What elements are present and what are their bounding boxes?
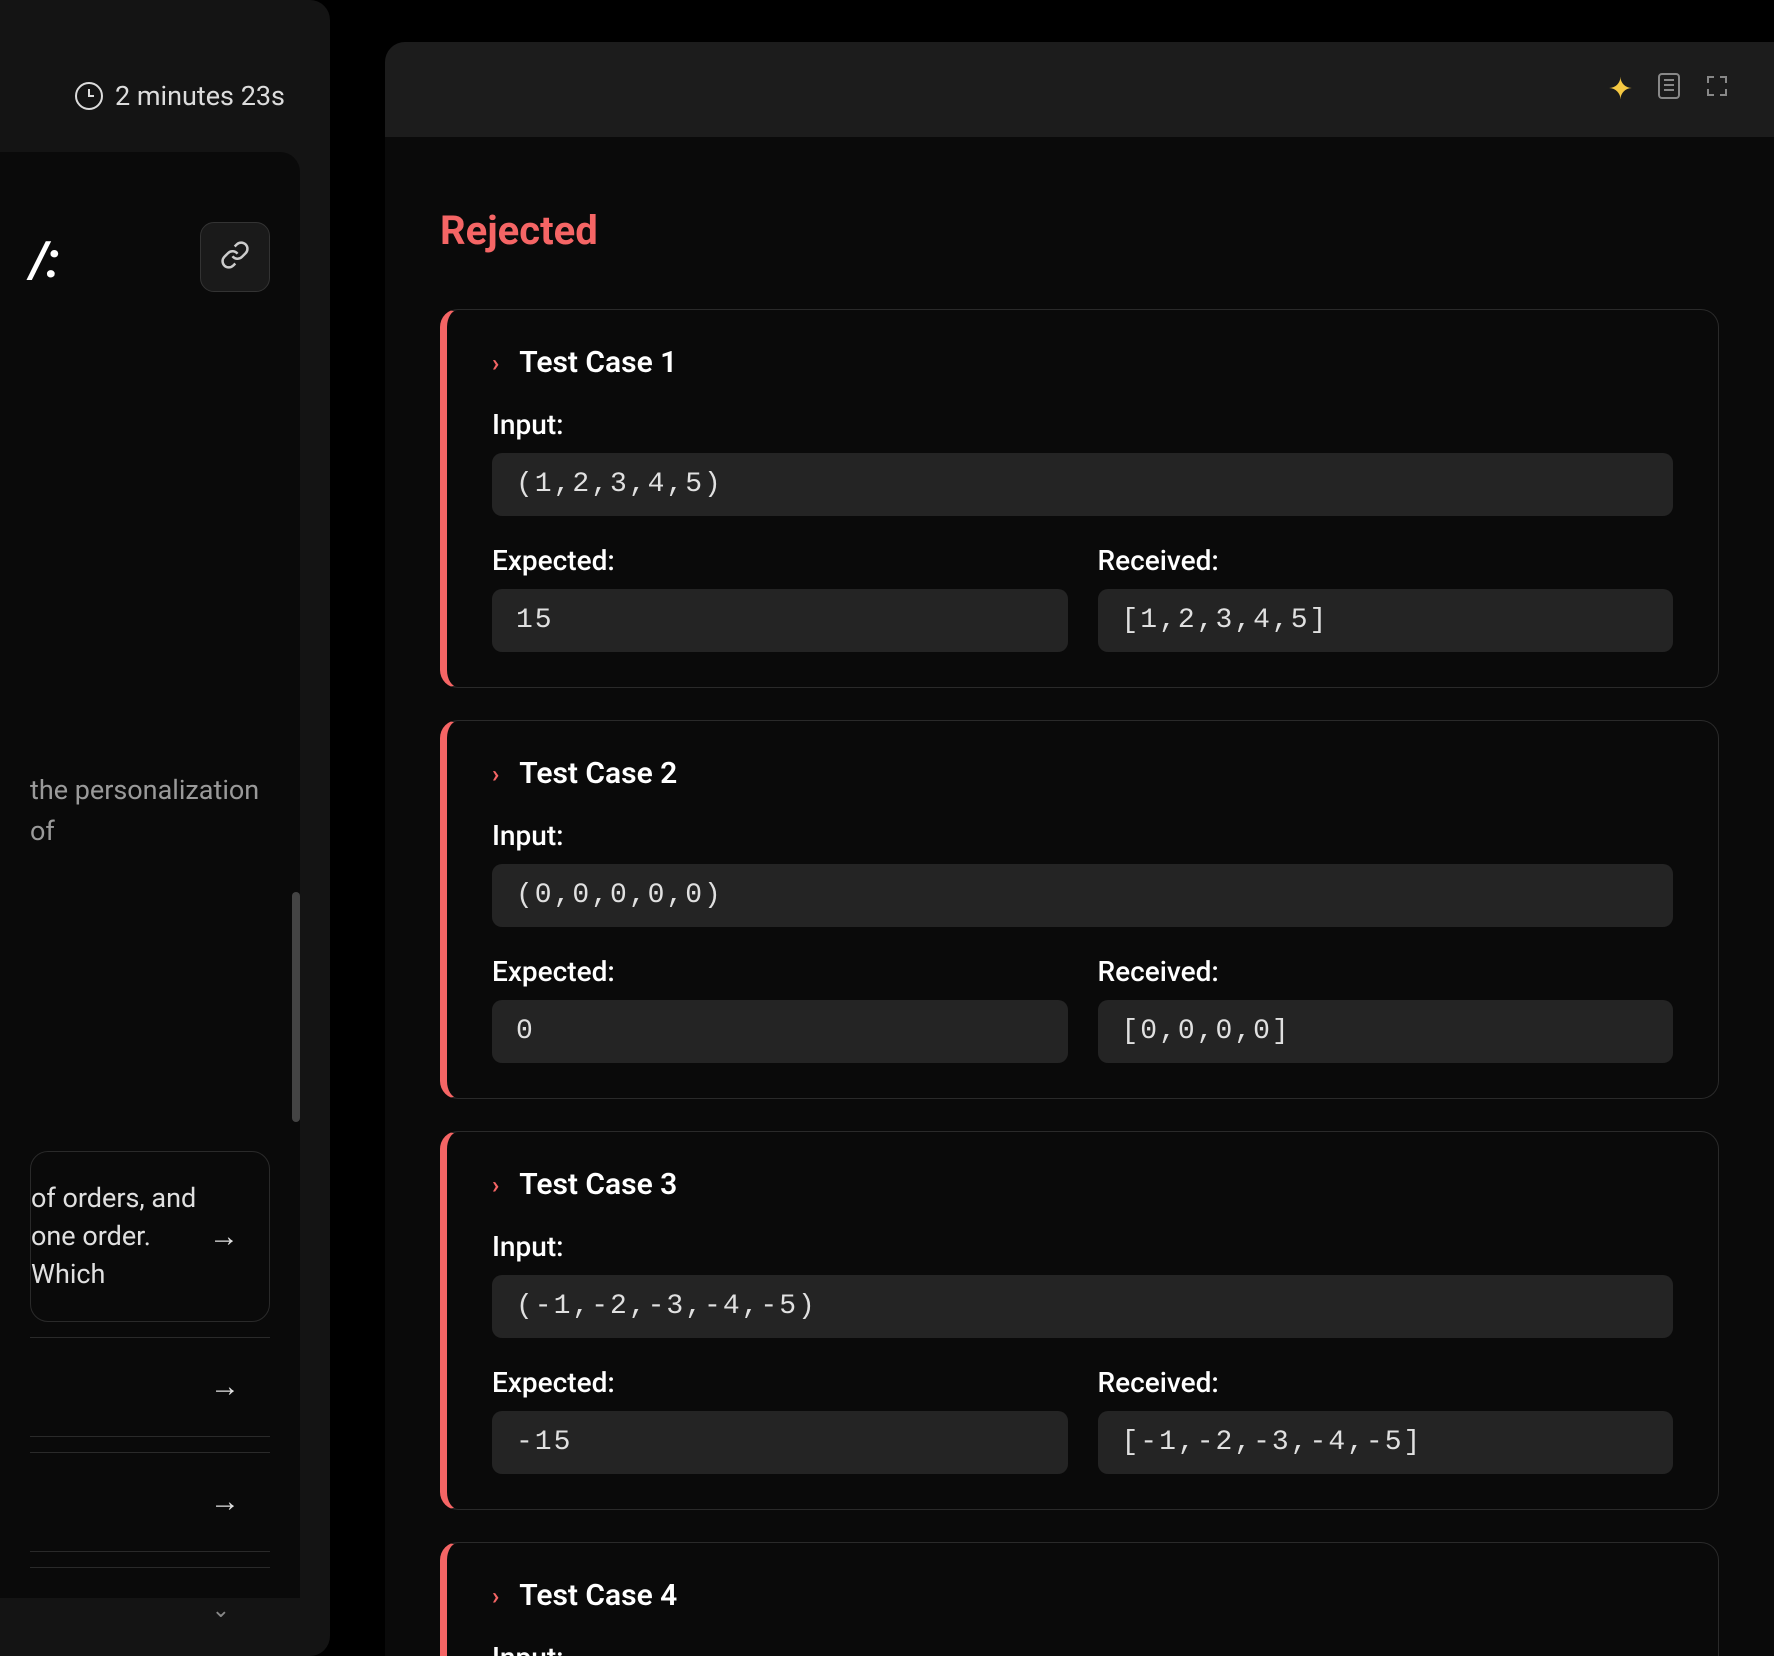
result-row: Expected: 0 Received: [0,0,0,0]	[492, 955, 1673, 1063]
input-label: Input:	[492, 408, 1673, 441]
input-value: (0,0,0,0,0)	[492, 864, 1673, 927]
test-case: › Test Case 1 Input: (1,2,3,4,5) Expecte…	[440, 309, 1719, 688]
list-item[interactable]: of orders, and one order. Which →	[30, 1151, 270, 1322]
chevron-right-icon: ›	[492, 1171, 499, 1199]
chevron-right-icon: ›	[492, 760, 499, 788]
test-case: › Test Case 4 Input: (10,20,30,40)	[440, 1542, 1719, 1656]
test-case-title: Test Case 4	[519, 1578, 677, 1613]
test-case-title: Test Case 2	[519, 756, 677, 791]
test-case: › Test Case 2 Input: (0,0,0,0,0) Expecte…	[440, 720, 1719, 1099]
clock-icon	[75, 82, 103, 110]
link-icon	[220, 240, 250, 274]
chevron-down-icon: ⌄	[212, 1596, 230, 1627]
expected-col: Expected: 0	[492, 955, 1068, 1063]
received-value: [-1,-2,-3,-4,-5]	[1098, 1411, 1674, 1474]
sparkle-icon[interactable]: ✦	[1608, 72, 1633, 107]
result-row: Expected: 15 Received: [1,2,3,4,5]	[492, 544, 1673, 652]
test-case-title: Test Case 3	[519, 1167, 677, 1202]
arrow-right-icon: →	[210, 1366, 240, 1408]
received-label: Received:	[1098, 544, 1674, 577]
test-case-header[interactable]: › Test Case 2	[492, 756, 1673, 791]
expected-value: 0	[492, 1000, 1068, 1063]
input-label: Input:	[492, 819, 1673, 852]
result-row: Expected: -15 Received: [-1,-2,-3,-4,-5]	[492, 1366, 1673, 1474]
chevron-right-icon: ›	[492, 1582, 499, 1610]
list-item[interactable]: →	[30, 1337, 270, 1437]
received-col: Received: [-1,-2,-3,-4,-5]	[1098, 1366, 1674, 1474]
right-panel: ✦ Rejected › Test Case 1 Input: (1,2,3,4…	[385, 42, 1774, 1656]
received-value: [0,0,0,0]	[1098, 1000, 1674, 1063]
description-fragment: the personalization of	[30, 770, 270, 851]
timer-text: 2 minutes 23s	[115, 80, 285, 112]
test-case-header[interactable]: › Test Case 1	[492, 345, 1673, 380]
test-case-title: Test Case 1	[519, 345, 677, 380]
right-header: ✦	[385, 42, 1774, 137]
scrollbar[interactable]	[292, 892, 300, 1122]
list-item[interactable]: ⌄	[30, 1567, 270, 1655]
received-value: [1,2,3,4,5]	[1098, 589, 1674, 652]
list-item-text: of orders, and one order. Which	[31, 1180, 209, 1293]
list-items: of orders, and one order. Which → → → ⌄	[30, 1151, 270, 1655]
test-case-header[interactable]: › Test Case 3	[492, 1167, 1673, 1202]
list-item[interactable]: →	[30, 1452, 270, 1552]
expected-value: -15	[492, 1411, 1068, 1474]
expand-icon[interactable]	[1705, 74, 1729, 105]
received-col: Received: [1,2,3,4,5]	[1098, 544, 1674, 652]
timer-bar: 2 minutes 23s	[0, 80, 300, 152]
chevron-right-icon: ›	[492, 349, 499, 377]
received-label: Received:	[1098, 955, 1674, 988]
status-title: Rejected	[440, 207, 1719, 254]
link-button[interactable]	[200, 222, 270, 292]
left-panel: 2 minutes 23s /: the personalization of …	[0, 0, 330, 1656]
input-label: Input:	[492, 1230, 1673, 1263]
expected-label: Expected:	[492, 544, 1068, 577]
document-icon[interactable]	[1658, 73, 1680, 106]
expected-col: Expected: -15	[492, 1366, 1068, 1474]
expected-label: Expected:	[492, 1366, 1068, 1399]
arrow-right-icon: →	[209, 1216, 239, 1258]
arrow-right-icon: →	[210, 1481, 240, 1523]
left-content: /: the personalization of of orders, and…	[0, 152, 300, 1598]
test-results: Rejected › Test Case 1 Input: (1,2,3,4,5…	[385, 137, 1774, 1656]
received-col: Received: [0,0,0,0]	[1098, 955, 1674, 1063]
expected-value: 15	[492, 589, 1068, 652]
expected-label: Expected:	[492, 955, 1068, 988]
test-case: › Test Case 3 Input: (-1,-2,-3,-4,-5) Ex…	[440, 1131, 1719, 1510]
input-value: (-1,-2,-3,-4,-5)	[492, 1275, 1673, 1338]
input-value: (1,2,3,4,5)	[492, 453, 1673, 516]
expected-col: Expected: 15	[492, 544, 1068, 652]
input-label: Input:	[492, 1641, 1673, 1656]
test-case-header[interactable]: › Test Case 4	[492, 1578, 1673, 1613]
received-label: Received:	[1098, 1366, 1674, 1399]
